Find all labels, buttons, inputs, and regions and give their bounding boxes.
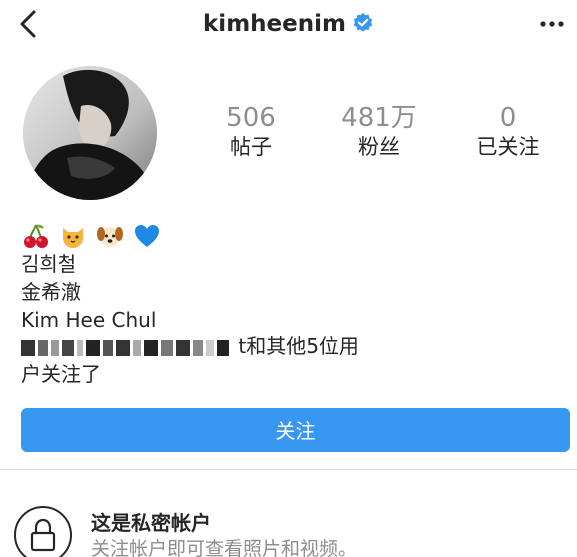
avatar-photo: [23, 66, 157, 200]
bio-english-name: Kim Hee Chul: [21, 308, 157, 332]
profile-avatar[interactable]: [23, 66, 157, 200]
bio-emojis: [22, 222, 165, 250]
posts-label: 帖子: [230, 135, 272, 159]
followed-by-text[interactable]: t和其他5位用: [21, 332, 359, 360]
blue-heart-icon: [133, 222, 161, 250]
cherries-icon: [22, 222, 50, 250]
private-account-subtitle: 关注帐户即可查看照片和视频。: [91, 538, 358, 557]
redacted-usernames: [21, 334, 238, 358]
followers-count: 481万: [341, 103, 417, 133]
more-horizontal-icon: [540, 21, 564, 27]
posts-count: 506: [226, 103, 276, 133]
followers-label: 粉丝: [358, 135, 400, 159]
private-account-title: 这是私密帐户: [91, 511, 211, 535]
bio-korean-name: 김희철: [21, 252, 77, 276]
profile-page: kimheenim 506 帖子 481万 粉丝 0 已关注 김희철 金希澈 K…: [0, 0, 577, 557]
section-divider: [0, 469, 577, 470]
follow-button[interactable]: 关注: [21, 408, 570, 452]
top-bar: kimheenim: [0, 0, 577, 48]
profile-username: kimheenim: [203, 11, 346, 37]
title-row: kimheenim: [0, 8, 577, 40]
lock-icon: [14, 506, 72, 557]
stat-followers[interactable]: 481万 粉丝: [324, 103, 434, 161]
followed-by-line2: 户关注了: [21, 362, 101, 386]
stat-following[interactable]: 0 已关注: [453, 103, 563, 161]
dog-face-icon: [96, 222, 124, 250]
more-button[interactable]: [539, 14, 565, 34]
followed-by-tail: t和其他5位用: [238, 334, 359, 358]
verified-badge-icon: [353, 12, 373, 32]
following-label: 已关注: [476, 135, 540, 159]
stat-posts[interactable]: 506 帖子: [196, 103, 306, 161]
bio-chinese-name: 金希澈: [21, 280, 81, 304]
cat-face-icon: [59, 222, 87, 250]
following-count: 0: [499, 103, 517, 133]
